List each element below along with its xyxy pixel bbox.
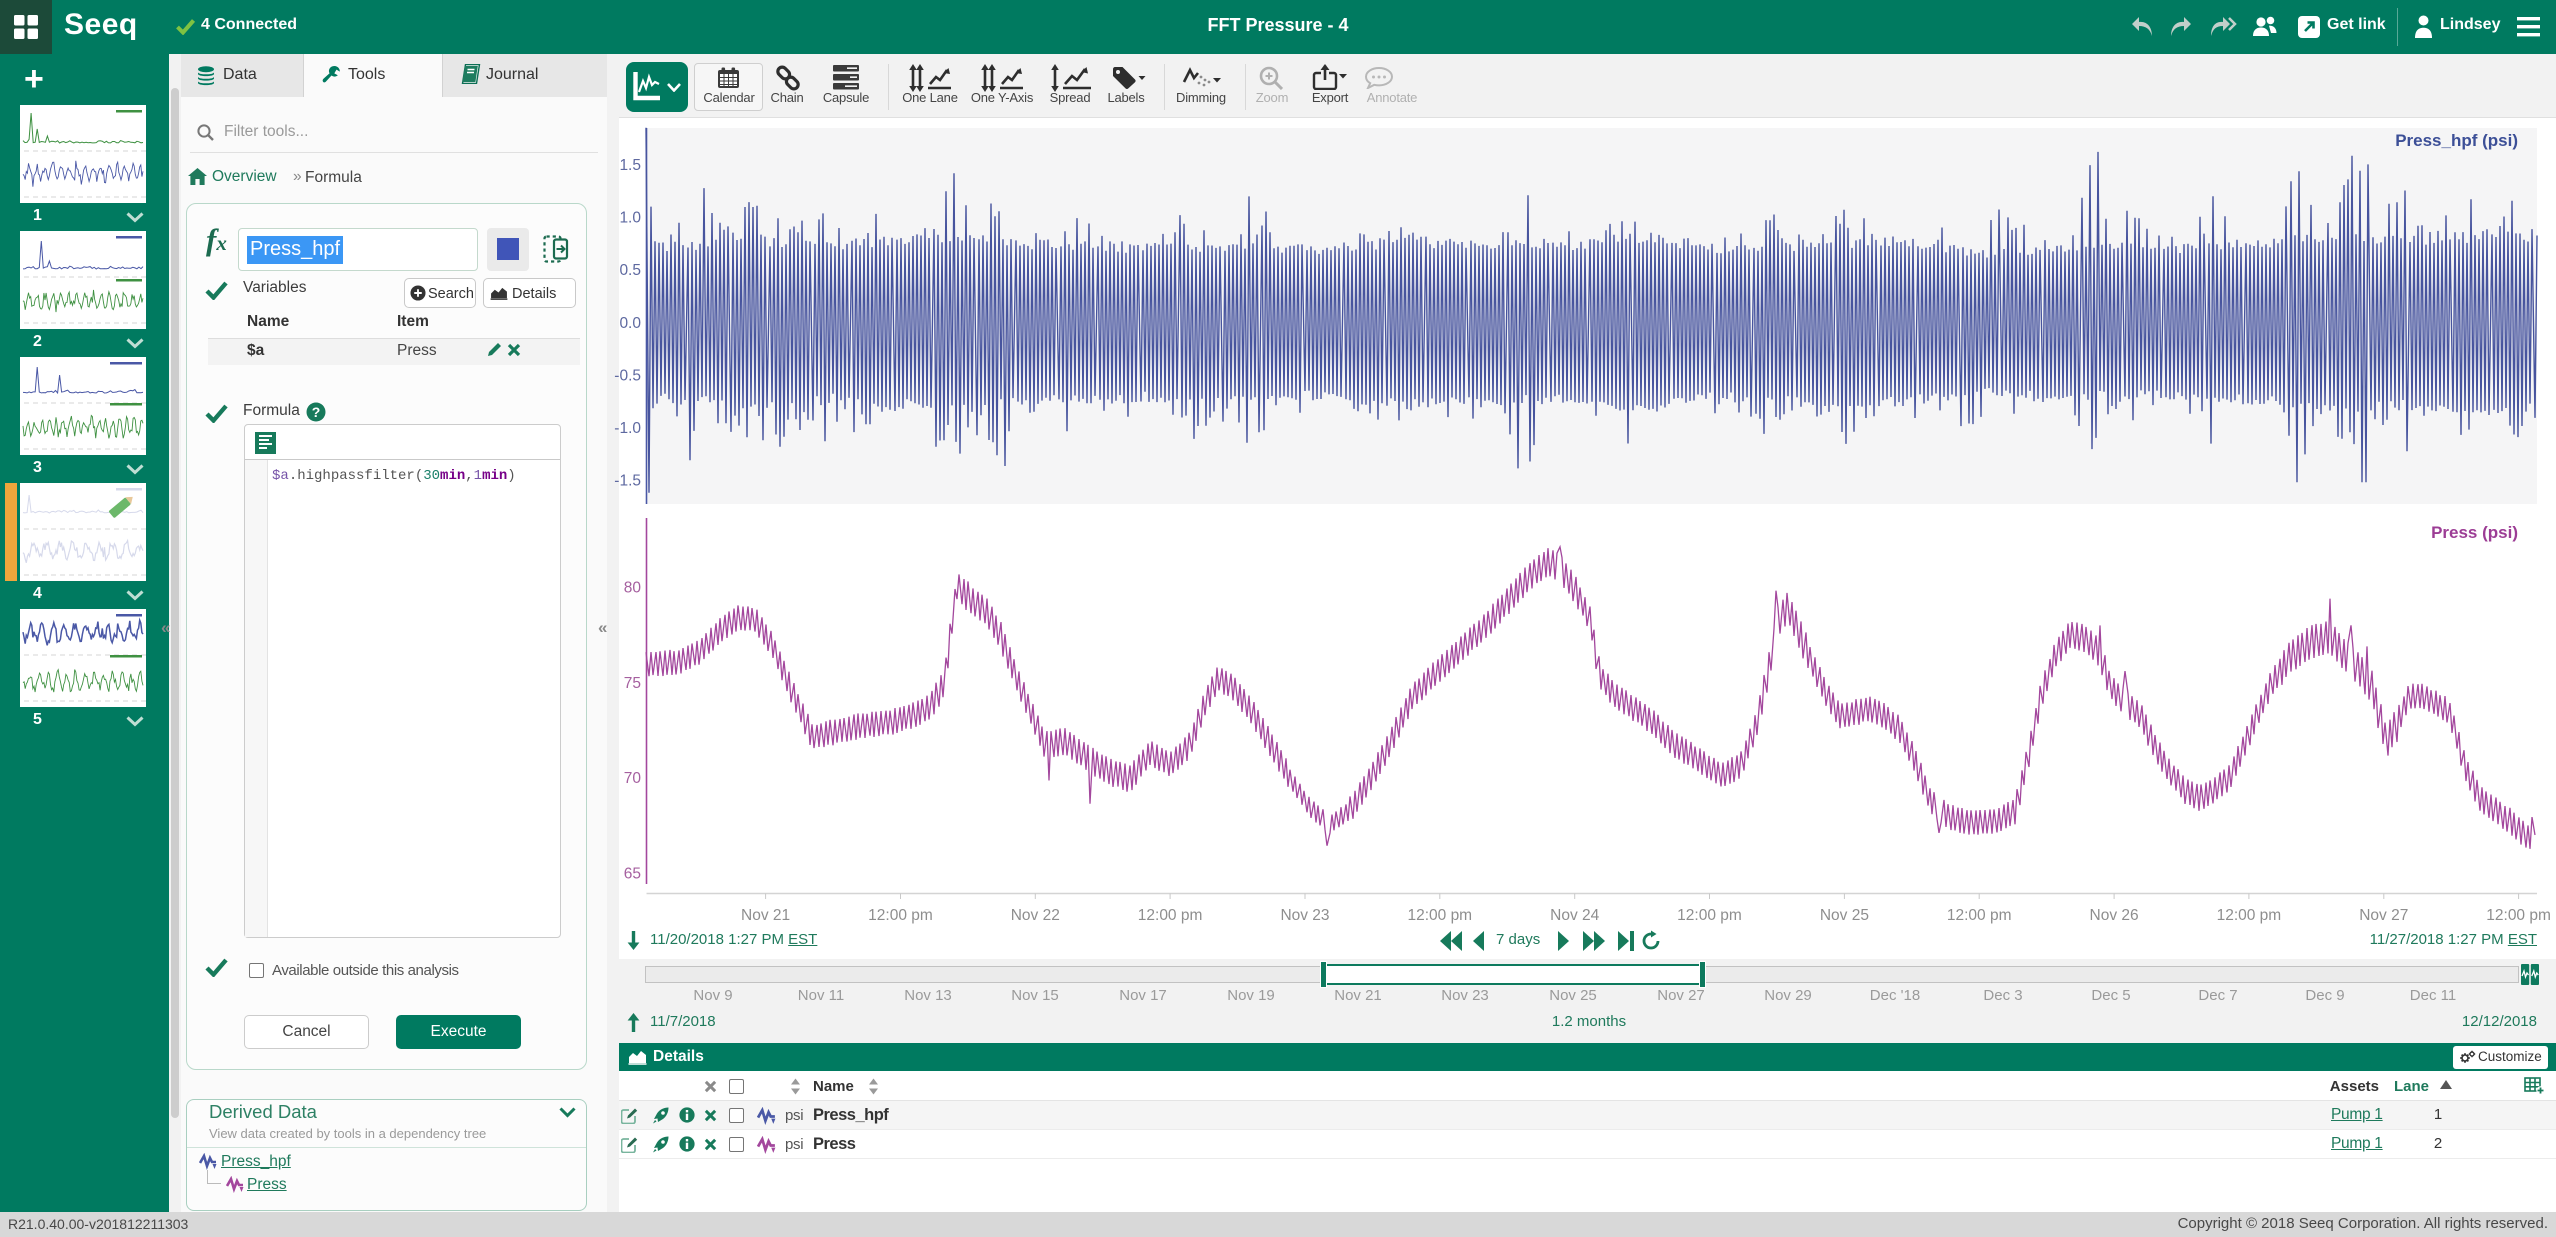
svg-text:Press (psi): Press (psi) bbox=[2431, 523, 2518, 542]
svg-text:Nov 27: Nov 27 bbox=[2359, 907, 2408, 924]
svg-text:1.0: 1.0 bbox=[619, 210, 641, 227]
svg-text:12:00 pm: 12:00 pm bbox=[2217, 907, 2282, 924]
svg-text:12:00 pm: 12:00 pm bbox=[1677, 907, 1742, 924]
svg-text:12:00 pm: 12:00 pm bbox=[868, 907, 933, 924]
svg-text:Nov 22: Nov 22 bbox=[1011, 907, 1060, 924]
svg-text:-1.5: -1.5 bbox=[614, 473, 641, 490]
svg-text:?: ? bbox=[312, 404, 321, 420]
svg-text:0.5: 0.5 bbox=[619, 262, 641, 279]
svg-text:0.0: 0.0 bbox=[619, 315, 641, 332]
svg-text:-0.5: -0.5 bbox=[614, 367, 641, 384]
svg-text:1.5: 1.5 bbox=[619, 157, 641, 174]
svg-text:Nov 26: Nov 26 bbox=[2090, 907, 2139, 924]
svg-text:Nov 24: Nov 24 bbox=[1550, 907, 1599, 924]
svg-text:-1.0: -1.0 bbox=[614, 420, 641, 437]
svg-text:12:00 pm: 12:00 pm bbox=[1407, 907, 1472, 924]
svg-text:80: 80 bbox=[624, 580, 642, 597]
svg-text:65: 65 bbox=[624, 865, 641, 882]
svg-text:Nov 21: Nov 21 bbox=[741, 907, 790, 924]
svg-text:12:00 pm: 12:00 pm bbox=[2486, 907, 2551, 924]
svg-text:70: 70 bbox=[624, 770, 642, 787]
svg-text:Nov 25: Nov 25 bbox=[1820, 907, 1869, 924]
svg-text:Press_hpf (psi): Press_hpf (psi) bbox=[2395, 131, 2518, 150]
svg-text:Nov 23: Nov 23 bbox=[1280, 907, 1329, 924]
svg-text:12:00 pm: 12:00 pm bbox=[1947, 907, 2012, 924]
svg-text:12:00 pm: 12:00 pm bbox=[1138, 907, 1203, 924]
svg-text:75: 75 bbox=[624, 675, 641, 692]
